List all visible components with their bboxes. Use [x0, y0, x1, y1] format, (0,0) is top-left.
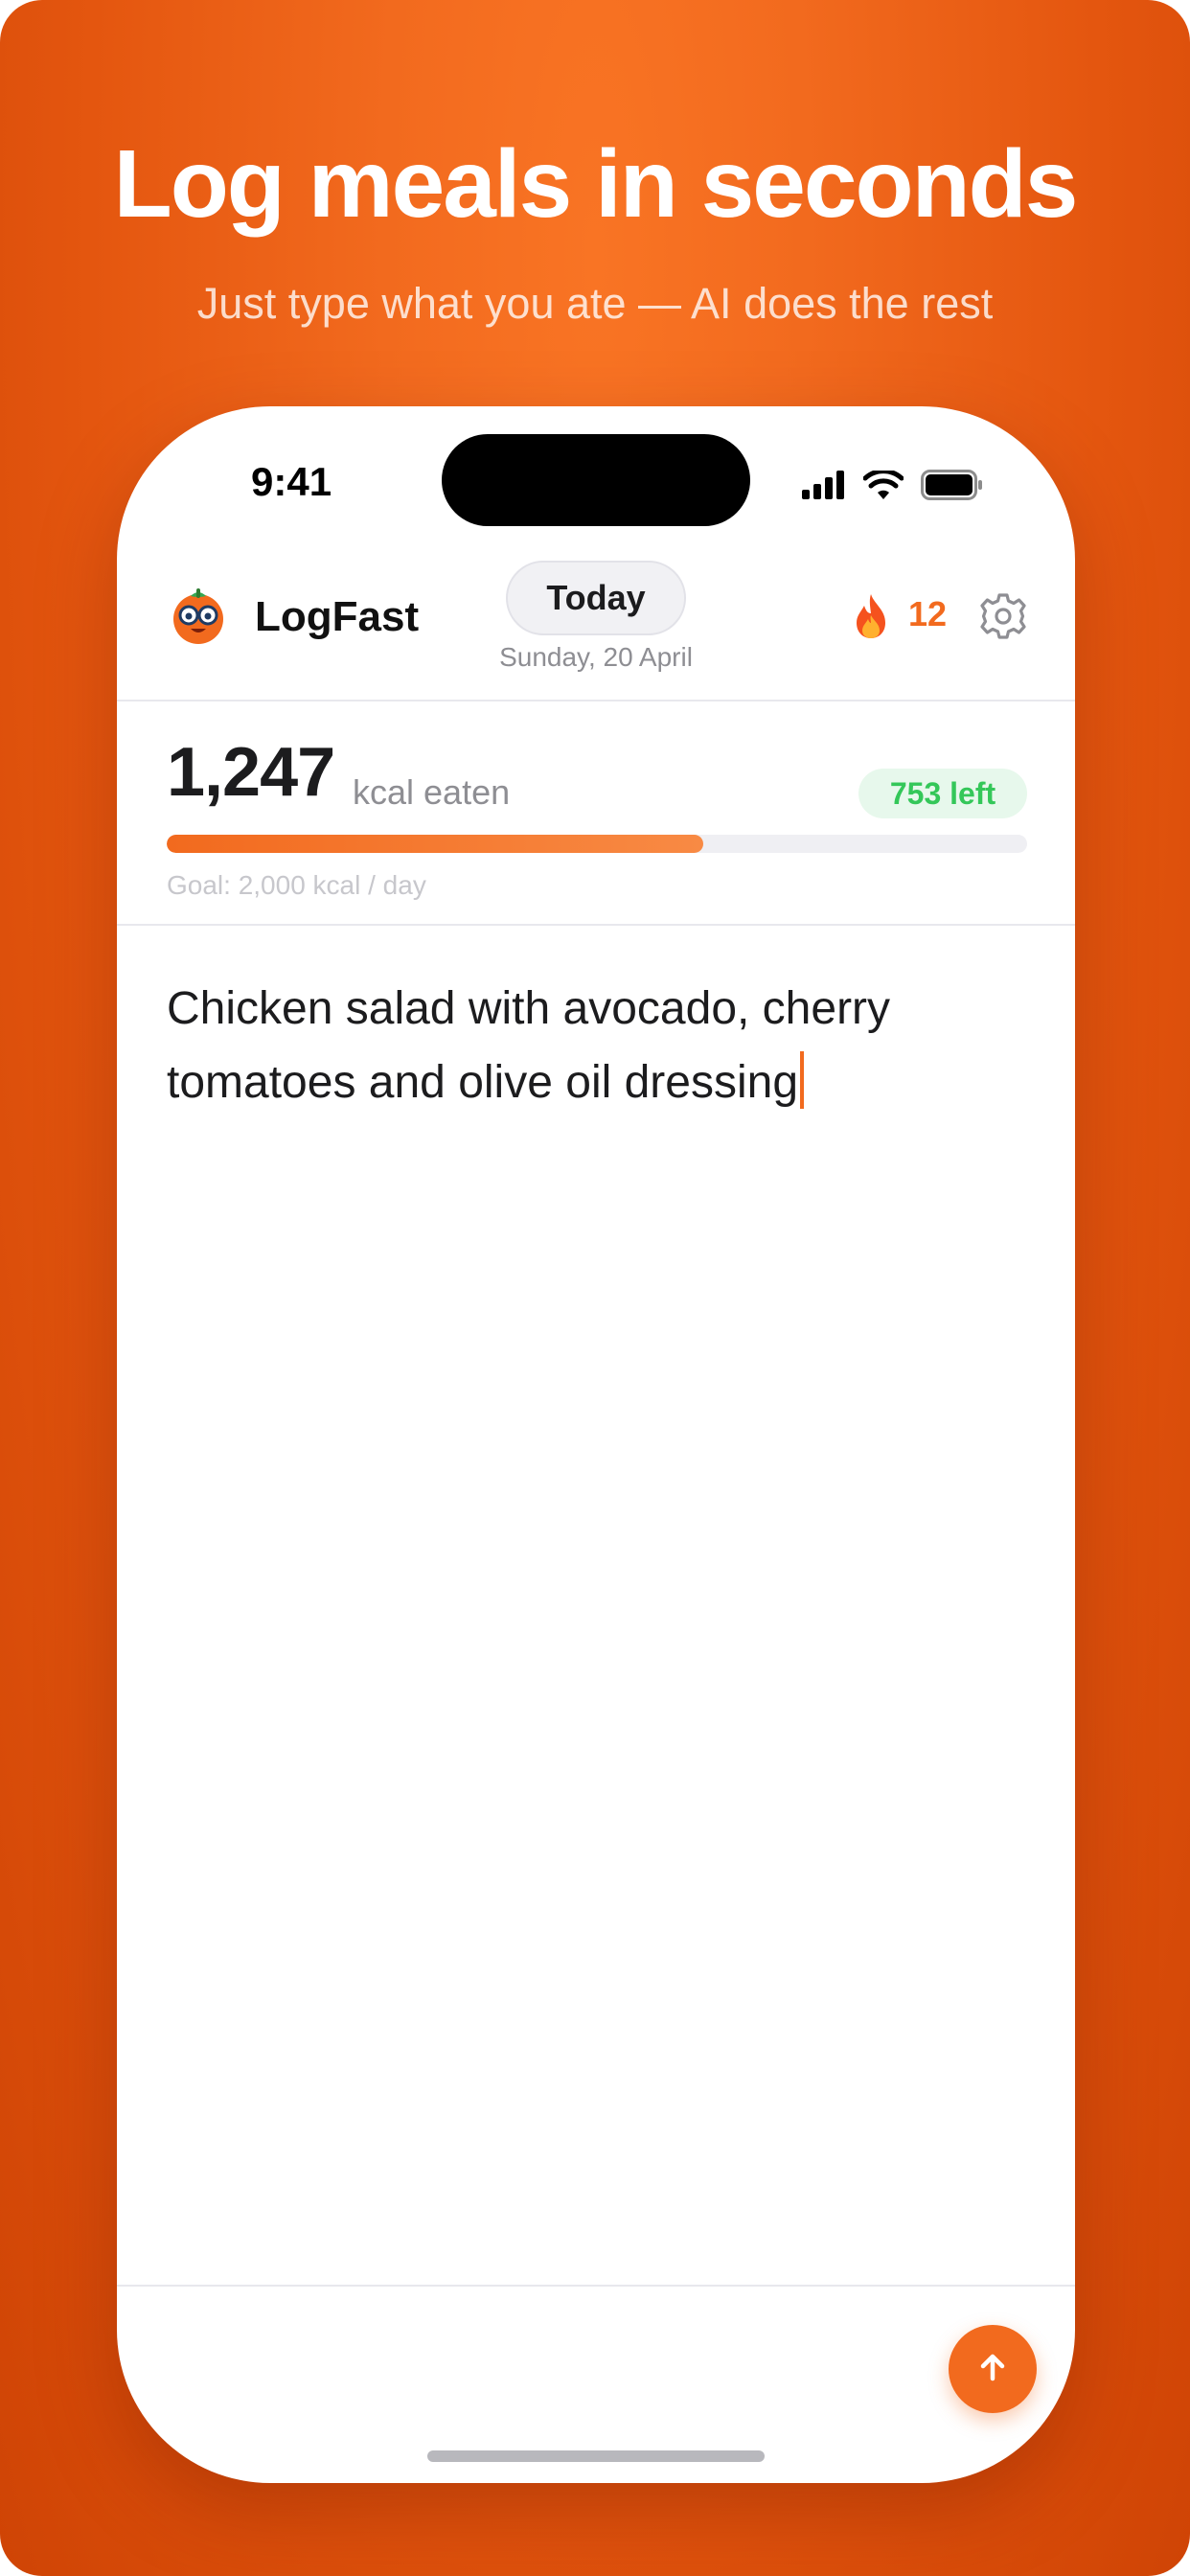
calorie-progress-bar	[167, 835, 1027, 853]
today-button[interactable]: Today	[506, 561, 686, 635]
promo-subheadline: Just type what you ate — AI does the res…	[196, 279, 994, 328]
app-name: LogFast	[255, 593, 420, 640]
wifi-icon	[862, 469, 904, 504]
send-button[interactable]	[949, 2325, 1037, 2413]
home-indicator	[427, 2450, 765, 2462]
calorie-progress-fill	[167, 835, 703, 853]
kcal-left-badge: 753 left	[858, 769, 1027, 818]
status-icons	[802, 469, 984, 505]
streak-count: 12	[908, 594, 948, 633]
date-label: Sunday, 20 April	[499, 642, 693, 672]
app-header: LogFast Today Sunday, 20 April 12	[117, 550, 1075, 702]
meal-input-text: Chicken salad with avocado, cherry tomat…	[167, 983, 891, 1108]
promo-canvas: Log meals in seconds Just type what you …	[0, 0, 1190, 2576]
calorie-summary: 1,247 kcal eaten 753 left Goal: 2,000 kc…	[117, 700, 1075, 926]
flame-icon	[851, 592, 891, 640]
meal-text-input[interactable]: Chicken salad with avocado, cherry tomat…	[167, 972, 1029, 1119]
tomato-mascot-icon	[168, 585, 229, 646]
goal-label: Goal: 2,000 kcal / day	[167, 870, 426, 900]
phone-frame: 9:41 LogFast Today Sunday, 20 April 12 1…	[117, 406, 1075, 2483]
promo-headline: Log meals in seconds	[113, 130, 1079, 238]
status-time: 9:41	[251, 459, 332, 504]
cellular-signal-icon	[802, 471, 846, 504]
dynamic-island	[442, 434, 750, 526]
battery-icon	[921, 470, 984, 505]
gear-icon[interactable]	[977, 590, 1029, 642]
arrow-up-icon	[973, 2348, 1012, 2391]
kcal-eaten-label: kcal eaten	[353, 772, 511, 812]
text-caret	[800, 1051, 805, 1109]
kcal-eaten-value: 1,247	[167, 734, 335, 811]
